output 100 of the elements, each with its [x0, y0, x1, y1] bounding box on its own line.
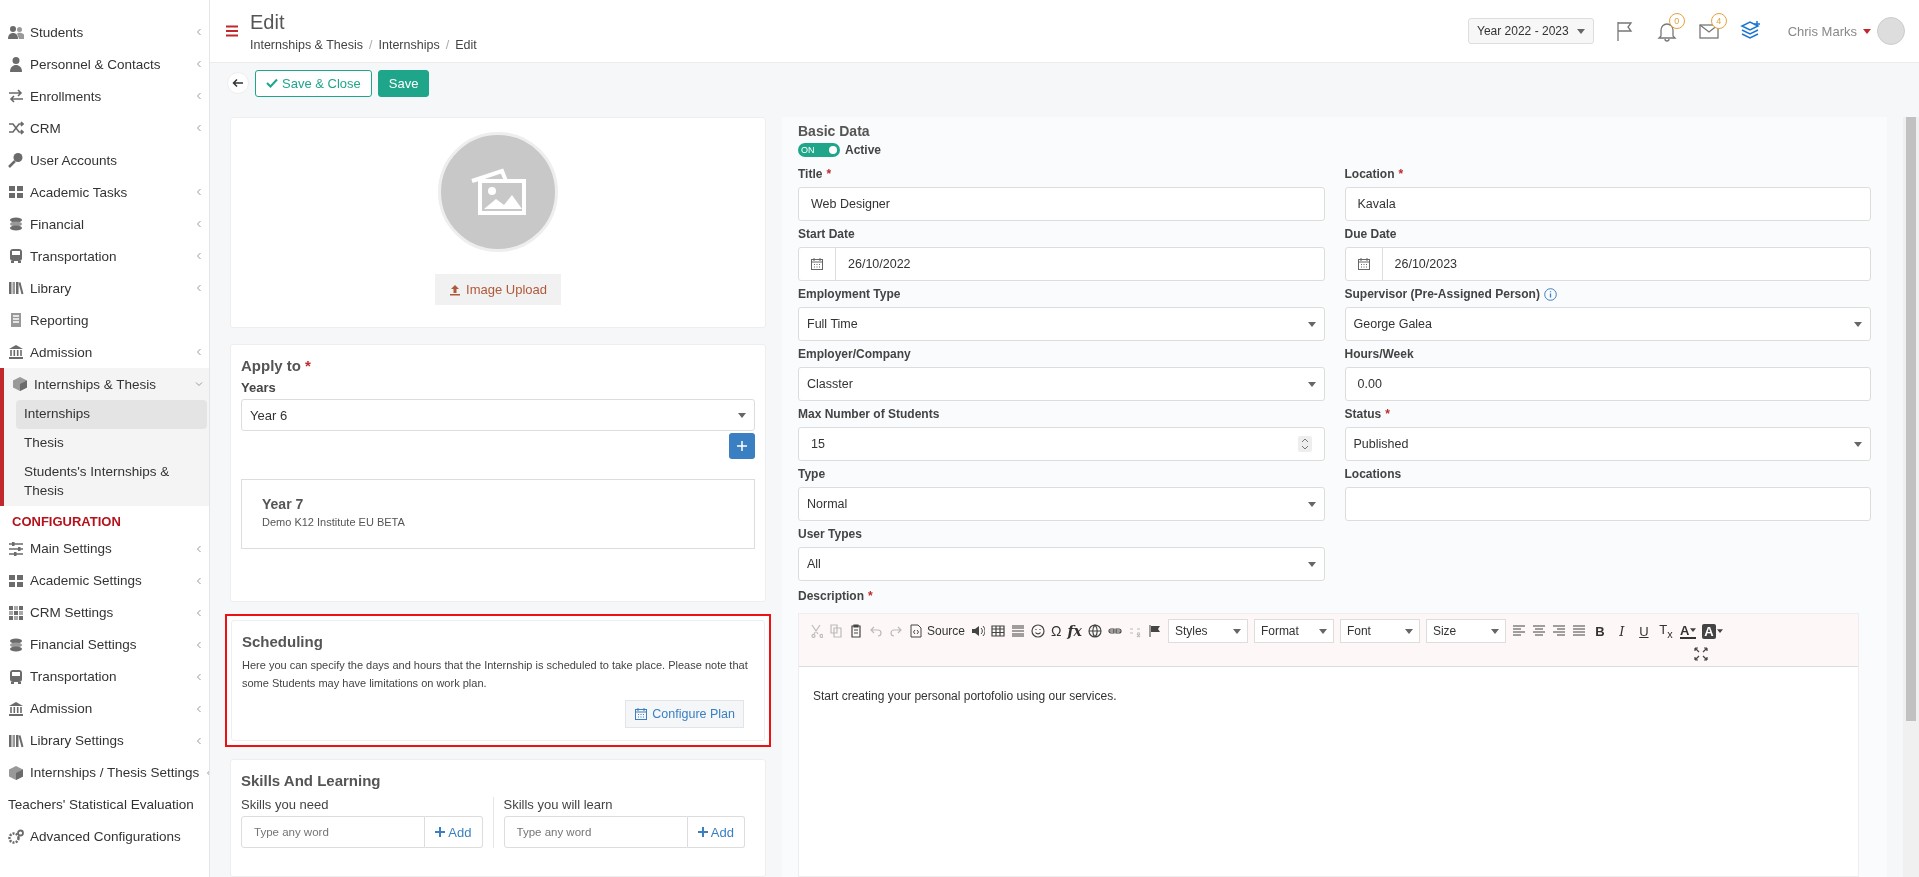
bold-button[interactable]: B: [1591, 623, 1608, 639]
years-select[interactable]: Year 6: [241, 399, 755, 431]
align-left-icon[interactable]: [1511, 624, 1526, 638]
select-field[interactable]: Classter: [798, 367, 1325, 401]
editor-content[interactable]: Start creating your personal portofolio using our services.: [799, 667, 1858, 725]
redo-icon[interactable]: [889, 624, 903, 638]
breadcrumb-link[interactable]: Internships & Thesis: [250, 37, 364, 52]
select-field[interactable]: George Galea: [1344, 307, 1871, 341]
sidebar-item[interactable]: Internships / Thesis Settings: [0, 756, 209, 789]
sidebar-item[interactable]: Personnel & Contacts: [0, 48, 209, 80]
formula-button[interactable]: fx: [1067, 623, 1082, 639]
skill-input[interactable]: Type any word: [503, 816, 688, 848]
sidebar-item[interactable]: CRM Settings: [0, 596, 209, 629]
horizontal-rule-icon[interactable]: [1011, 624, 1026, 638]
add-button[interactable]: Add: [687, 816, 745, 848]
smiley-icon[interactable]: [1031, 624, 1046, 638]
card-title: Scheduling: [242, 633, 324, 650]
special-character-button[interactable]: Ω: [1051, 623, 1062, 639]
text-field[interactable]: Kavala: [1344, 187, 1871, 221]
sidebar-subitem[interactable]: Thesis: [16, 428, 207, 458]
flag-icon[interactable]: [1147, 624, 1162, 638]
scrollbar[interactable]: [1903, 117, 1919, 877]
sidebar-item[interactable]: Enrollments: [0, 80, 209, 112]
text-field[interactable]: [1344, 487, 1871, 521]
sidebar-item[interactable]: Transportation: [0, 660, 209, 693]
sidebar-item[interactable]: User Accounts: [0, 144, 209, 176]
field-label: Employer/Company: [798, 347, 911, 361]
italic-button[interactable]: I: [1613, 623, 1630, 639]
select-field[interactable]: Normal: [798, 487, 1325, 521]
year-selector[interactable]: Year 2022 - 2023: [1468, 18, 1594, 44]
maximize-icon[interactable]: [1694, 647, 1708, 661]
document-icon: [909, 624, 923, 638]
date-field[interactable]: 26/10/2022: [798, 247, 1325, 281]
field-label: Supervisor (Pre-Assigned Person): [1344, 287, 1540, 301]
text-color-button[interactable]: A: [1679, 623, 1697, 639]
bell-icon[interactable]: [1655, 20, 1678, 42]
sidebar-subitem[interactable]: Internships: [16, 400, 207, 429]
sidebar-item[interactable]: Teachers' Statistical Evaluation: [0, 788, 209, 821]
sidebar-item[interactable]: Financial: [0, 208, 209, 240]
breadcrumb-link[interactable]: Internships: [378, 37, 440, 52]
number-field[interactable]: 15: [798, 427, 1325, 461]
sidebar-subitem[interactable]: Students's Internships & Thesis: [16, 457, 207, 506]
field-label: Location: [1344, 167, 1395, 181]
align-center-icon[interactable]: [1531, 624, 1546, 638]
select-field[interactable]: All: [798, 547, 1325, 581]
add-button[interactable]: Add: [425, 816, 483, 848]
select-field[interactable]: Full Time: [798, 307, 1325, 341]
info-icon[interactable]: [1543, 287, 1557, 301]
date-field[interactable]: 26/10/2023: [1344, 247, 1871, 281]
sidebar-item[interactable]: CRM: [0, 112, 209, 144]
source-button[interactable]: Source: [909, 624, 966, 638]
toolbar-dropdown[interactable]: Size: [1425, 619, 1506, 643]
chevron-icon: [195, 60, 203, 68]
back-button[interactable]: [227, 72, 249, 94]
text-field[interactable]: Web Designer: [798, 187, 1325, 221]
text-field[interactable]: 0.00: [1344, 367, 1871, 401]
user-name[interactable]: Chris Marks: [1787, 23, 1857, 39]
sidebar-item[interactable]: Reporting: [0, 304, 209, 336]
toolbar-dropdown[interactable]: Font: [1339, 619, 1420, 643]
caret-icon: [1863, 28, 1871, 34]
remove-format-button[interactable]: T$_{x}$: [1657, 622, 1674, 640]
add-button[interactable]: [729, 433, 755, 459]
globe-icon[interactable]: [1087, 624, 1102, 638]
undo-icon[interactable]: [869, 624, 883, 638]
chevron-icon: [195, 608, 203, 617]
chevron-icon: [195, 28, 203, 36]
breadcrumb-link[interactable]: Edit: [455, 37, 477, 52]
caret-icon: [1854, 441, 1862, 447]
sidebar-item[interactable]: Admission: [0, 336, 209, 368]
align-right-icon[interactable]: [1551, 624, 1566, 638]
layers-icon[interactable]: [1739, 20, 1762, 42]
toolbar-dropdown[interactable]: Styles: [1167, 619, 1248, 643]
sidebar-item[interactable]: Academic Tasks: [0, 176, 209, 208]
underline-button[interactable]: U: [1635, 623, 1652, 639]
speaker-icon[interactable]: [971, 624, 986, 638]
sidebar-item[interactable]: Students: [0, 16, 209, 48]
configure-plan-button[interactable]: Configure Plan: [625, 700, 744, 728]
clipboard-icon[interactable]: [849, 624, 863, 638]
section-heading: CONFIGURATION: [11, 512, 122, 531]
sidebar-item[interactable]: Academic Settings: [0, 564, 209, 597]
sidebar-item[interactable]: Main Settings: [0, 532, 209, 565]
field-label: Status: [1344, 407, 1382, 421]
sidebar-item[interactable]: Library Settings: [0, 724, 209, 757]
sidebar-item[interactable]: Financial Settings: [0, 628, 209, 661]
justify-icon[interactable]: [1571, 624, 1586, 638]
sidebar-item[interactable]: Library: [0, 272, 209, 304]
scissors-icon[interactable]: [809, 624, 823, 638]
sidebar-item[interactable]: Internships & Thesis: [4, 368, 209, 400]
table-icon[interactable]: [991, 624, 1006, 638]
menu-icon[interactable]: [224, 23, 240, 39]
bus-icon: [8, 668, 24, 685]
sidebar-item[interactable]: Advanced Configurations: [0, 820, 209, 853]
sidebar-item[interactable]: Transportation: [0, 240, 209, 272]
skill-input[interactable]: Type any word: [241, 816, 426, 848]
select-field[interactable]: Published: [1344, 427, 1871, 461]
chevron-icon: [195, 348, 203, 356]
image-upload-button[interactable]: Image Upload: [435, 274, 561, 305]
sidebar-item[interactable]: Admission: [0, 692, 209, 725]
field-label: Skills you will learn: [503, 797, 614, 812]
toolbar-dropdown[interactable]: Format: [1253, 619, 1334, 643]
